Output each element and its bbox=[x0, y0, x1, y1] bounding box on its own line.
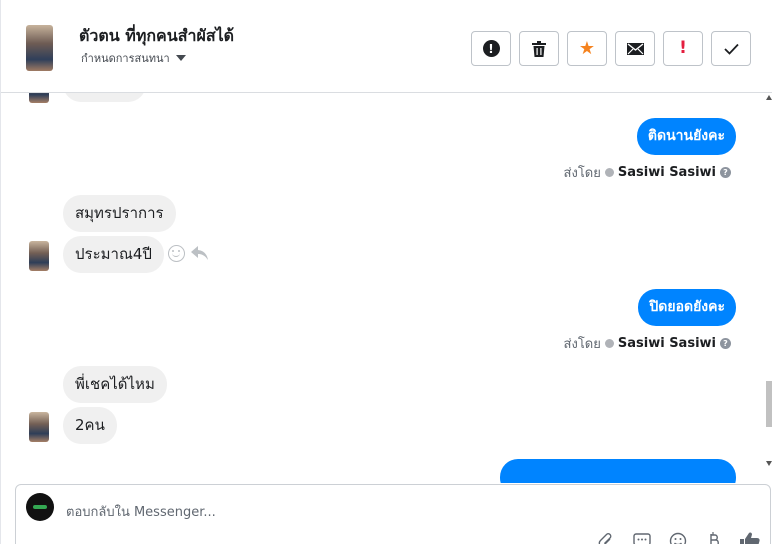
delete-button[interactable] bbox=[519, 31, 559, 66]
sent-by-label: ส่งโดย bbox=[563, 337, 601, 352]
reply-composer[interactable]: ตอบกลับใน Messenger... bbox=[15, 484, 771, 544]
help-icon[interactable]: ? bbox=[720, 167, 731, 178]
message-actions bbox=[168, 245, 208, 262]
sent-by-info: ส่งโดย Sasiwi Sasiwi ? bbox=[564, 162, 731, 183]
verified-icon bbox=[604, 339, 614, 348]
contact-avatar-small bbox=[29, 93, 49, 103]
check-icon bbox=[723, 43, 739, 55]
reply-input[interactable]: ตอบกลับใน Messenger... bbox=[66, 501, 216, 522]
thread-toolbar: ! ★ ! bbox=[471, 31, 751, 66]
page-avatar bbox=[26, 493, 54, 521]
message-bubble-outgoing[interactable] bbox=[500, 459, 736, 483]
thread-header: ตัวตน ที่ทุกคนสำผัสได้ กำหนดการสนทนา ! ★ bbox=[1, 0, 772, 93]
star-button[interactable]: ★ bbox=[567, 31, 607, 66]
message-bubble-incoming[interactable]: พี่เชคได้ไหม bbox=[63, 366, 167, 403]
spam-button[interactable]: ! bbox=[663, 31, 703, 66]
envelope-icon bbox=[626, 42, 644, 55]
message-bubble-incoming[interactable]: 2คน bbox=[63, 407, 117, 444]
message-bubble-incoming[interactable]: สมุทรปราการ bbox=[63, 195, 176, 232]
mail-button[interactable] bbox=[615, 31, 655, 66]
exclamation-circle-icon: ! bbox=[482, 40, 500, 57]
sender-name[interactable]: Sasiwi Sasiwi bbox=[618, 165, 716, 180]
message-bubble-incoming[interactable]: ประมาณ4ปี bbox=[63, 236, 164, 273]
saved-replies-icon[interactable] bbox=[632, 531, 652, 544]
message-bubble-incoming[interactable] bbox=[63, 93, 146, 102]
conversation-settings-label: กำหนดการสนทนา bbox=[81, 52, 170, 65]
sent-by-info: ส่งโดย Sasiwi Sasiwi ? bbox=[564, 333, 731, 354]
scroll-down-arrow-icon[interactable] bbox=[766, 461, 772, 466]
message-bubble-outgoing[interactable]: ติดนานยังคะ bbox=[636, 118, 736, 155]
contact-avatar-small bbox=[29, 241, 49, 271]
composer-toolbar bbox=[596, 531, 760, 544]
like-thumb-icon[interactable] bbox=[740, 531, 760, 544]
sender-name[interactable]: Sasiwi Sasiwi bbox=[618, 336, 716, 351]
exclamation-icon: ! bbox=[679, 38, 687, 58]
messenger-inbox-thread: ตัวตน ที่ทุกคนสำผัสได้ กำหนดการสนทนา ! ★ bbox=[0, 0, 772, 544]
message-list-scrollbar[interactable] bbox=[766, 93, 772, 470]
react-emoji-icon[interactable] bbox=[168, 245, 185, 262]
contact-avatar[interactable] bbox=[26, 25, 53, 71]
done-button[interactable] bbox=[711, 31, 751, 66]
emoji-icon[interactable] bbox=[668, 531, 688, 544]
verified-icon bbox=[604, 168, 614, 177]
conversation-settings-dropdown[interactable]: กำหนดการสนทนา bbox=[81, 49, 186, 67]
sent-by-label: ส่งโดย bbox=[563, 166, 601, 181]
contact-name[interactable]: ตัวตน ที่ทุกคนสำผัสได้ bbox=[79, 24, 234, 49]
payment-icon[interactable] bbox=[704, 531, 724, 544]
trash-icon bbox=[532, 40, 546, 57]
scroll-thumb[interactable] bbox=[766, 381, 772, 427]
message-list[interactable]: ติดนานยังคะ ส่งโดย Sasiwi Sasiwi ? สมุทร… bbox=[1, 93, 767, 483]
help-icon[interactable]: ? bbox=[720, 338, 731, 349]
scroll-up-arrow-icon[interactable] bbox=[766, 95, 772, 100]
alert-button[interactable]: ! bbox=[471, 31, 511, 66]
contact-avatar-small bbox=[29, 412, 49, 442]
reply-icon[interactable] bbox=[191, 246, 208, 261]
caret-down-icon bbox=[175, 55, 186, 61]
message-bubble-outgoing[interactable]: ปิดยอดยังคะ bbox=[638, 289, 736, 326]
attachment-icon[interactable] bbox=[596, 531, 616, 544]
star-icon: ★ bbox=[578, 37, 596, 59]
